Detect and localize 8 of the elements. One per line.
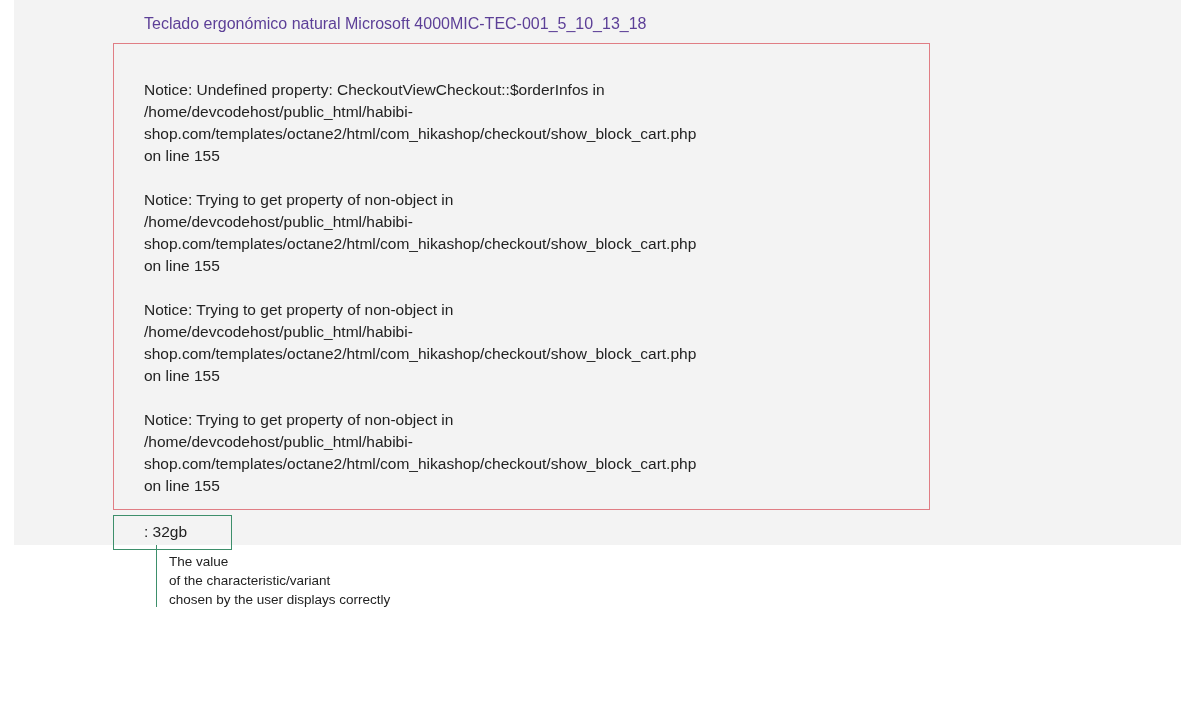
product-title: Teclado ergonómico natural Microsoft 4000MIC-TEC-001_5_10_13_18 [144,14,647,34]
notice-message: Notice: Trying to get property of non-object in /home/devcodehost/public_html/habibi- shop.com/templates/octane2/html/com_hikashop/checkout/show_block_cart.php on line 155 [144,410,697,496]
variant-value: : 32gb [113,515,232,550]
notice-message: Notice: Undefined property: CheckoutViewCheckout::$orderInfos in /home/devcodehost/public_html/habibi- shop.com/templates/octane2/html/com_hikashop/checkout/show_block_cart.php on line 155 [144,80,697,166]
notice-message: Notice: Trying to get property of non-object in /home/devcodehost/public_html/habibi- shop.com/templates/octane2/html/com_hikashop/checkout/show_block_cart.php on line 155 [144,300,697,386]
notice-message: Notice: Trying to get property of non-object in /home/devcodehost/public_html/habibi- shop.com/templates/octane2/html/com_hikashop/checkout/show_block_cart.php on line 155 [144,190,697,276]
leader-line [156,545,157,607]
annotation-text: The value of the characteristic/variant chosen by the user displays correctly [169,553,391,609]
